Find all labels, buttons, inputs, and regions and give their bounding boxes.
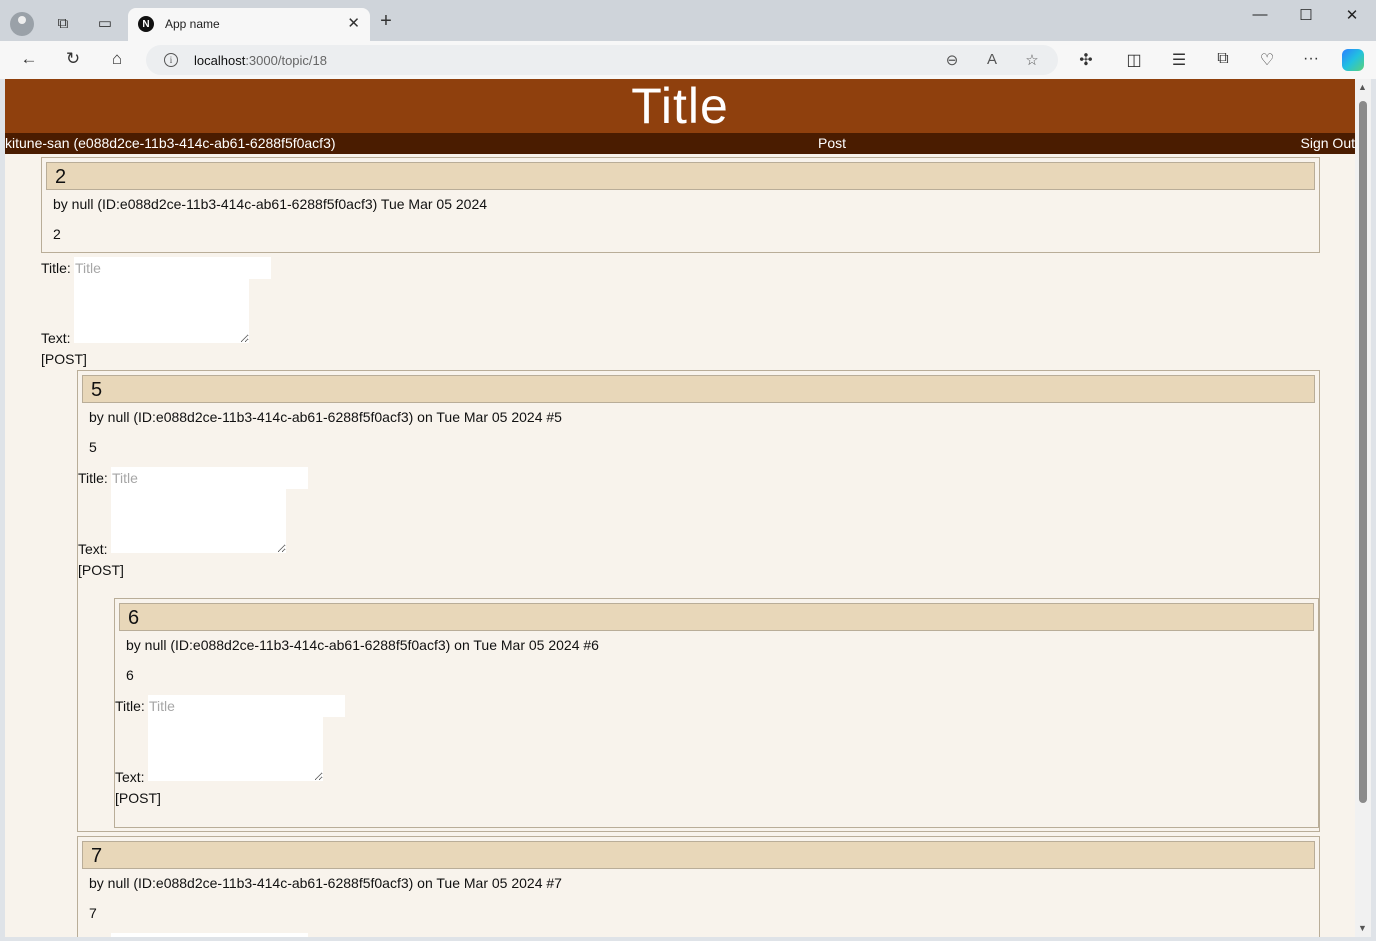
post-meta: by null (ID:e088d2ce-11b3-414c-ab61-6288… xyxy=(89,875,562,891)
url-host: localhost xyxy=(194,53,246,68)
text-label: Text: xyxy=(78,541,108,557)
text-area[interactable] xyxy=(111,489,286,553)
more-menu-icon[interactable]: ··· xyxy=(1299,50,1323,68)
tab-favicon-icon: N xyxy=(138,16,154,32)
browser-tab[interactable]: N App name ✕ xyxy=(128,8,370,41)
post-body: 5 xyxy=(89,439,97,455)
post-button[interactable]: [POST] xyxy=(115,790,161,806)
post-meta: by null (ID:e088d2ce-11b3-414c-ab61-6288… xyxy=(89,409,562,425)
text-label: Text: xyxy=(41,330,71,346)
copilot-icon[interactable] xyxy=(1342,49,1364,71)
post-body: 2 xyxy=(53,226,61,242)
title-input[interactable] xyxy=(148,695,345,717)
read-aloud-icon[interactable]: A xyxy=(982,51,1002,68)
title-input[interactable] xyxy=(74,257,271,279)
favorite-star-icon[interactable]: ☆ xyxy=(1022,51,1042,69)
post-button[interactable]: [POST] xyxy=(41,351,87,367)
browser-toolbar: ← ↻ ⌂ i localhost:3000/topic/18 ⊖ A ☆ ✣ … xyxy=(0,41,1376,79)
workspaces-icon[interactable]: ⧉ xyxy=(48,8,78,38)
collections-icon[interactable]: ⧉ xyxy=(1211,50,1235,68)
post-title: 5 xyxy=(82,375,1315,403)
favorites-icon[interactable]: ☰ xyxy=(1167,50,1191,70)
tab-actions-icon[interactable]: ▭ xyxy=(90,8,120,38)
browser-essentials-icon[interactable]: ♡ xyxy=(1255,50,1279,70)
text-label: Text: xyxy=(115,769,145,785)
page-scrollbar[interactable]: ▲ ▼ xyxy=(1355,79,1371,937)
title-label: Title: xyxy=(41,260,71,276)
text-area[interactable] xyxy=(148,717,323,781)
title-input[interactable] xyxy=(111,933,308,937)
close-tab-icon[interactable]: ✕ xyxy=(347,14,360,32)
close-window-icon[interactable]: ✕ xyxy=(1332,6,1372,24)
new-tab-icon[interactable]: + xyxy=(372,10,400,33)
url-path: :3000/topic/18 xyxy=(245,53,327,68)
page-viewport: Title kitune-san (e088d2ce-11b3-414c-ab6… xyxy=(5,79,1355,937)
post-body: 6 xyxy=(126,667,134,683)
minimize-icon[interactable]: — xyxy=(1240,6,1280,23)
post-button[interactable]: [POST] xyxy=(78,562,124,578)
zoom-out-icon[interactable]: ⊖ xyxy=(942,51,962,69)
back-icon[interactable]: ← xyxy=(17,49,41,69)
scrollbar-thumb[interactable] xyxy=(1359,101,1367,803)
reply-post: 7 by null (ID:e088d2ce-11b3-414c-ab61-62… xyxy=(77,836,1320,937)
profile-icon[interactable] xyxy=(10,12,34,36)
site-header: Title xyxy=(5,79,1355,133)
title-label: Title: xyxy=(78,470,108,486)
scroll-down-icon[interactable]: ▼ xyxy=(1358,923,1367,933)
url-text[interactable]: localhost:3000/topic/18 xyxy=(194,53,327,68)
reply-post: 5 by null (ID:e088d2ce-11b3-414c-ab61-62… xyxy=(77,370,1320,832)
post-meta: by null (ID:e088d2ce-11b3-414c-ab61-6288… xyxy=(53,196,488,212)
title-label: Title: xyxy=(115,698,145,714)
scroll-up-icon[interactable]: ▲ xyxy=(1358,82,1367,92)
topic-post: 2 by null (ID:e088d2ce-11b3-414c-ab61-62… xyxy=(41,157,1320,253)
sign-out-link[interactable]: Sign Out xyxy=(1301,133,1355,154)
refresh-icon[interactable]: ↻ xyxy=(61,49,85,69)
post-title: 6 xyxy=(119,603,1314,631)
site-nav: kitune-san (e088d2ce-11b3-414c-ab61-6288… xyxy=(5,133,1355,154)
post-title: 7 xyxy=(82,841,1315,869)
nav-post-link[interactable]: Post xyxy=(818,133,846,154)
nav-user[interactable]: kitune-san (e088d2ce-11b3-414c-ab61-6288… xyxy=(5,133,336,154)
browser-tab-bar: ⧉ ▭ N App name ✕ + — ☐ ✕ xyxy=(0,0,1376,41)
maximize-icon[interactable]: ☐ xyxy=(1286,6,1326,24)
tab-title: App name xyxy=(165,17,220,31)
home-icon[interactable]: ⌂ xyxy=(105,49,129,69)
post-body: 7 xyxy=(89,905,97,921)
site-info-icon[interactable]: i xyxy=(164,53,178,67)
address-bar[interactable]: i localhost:3000/topic/18 ⊖ A ☆ xyxy=(146,45,1058,75)
site-title: Title xyxy=(631,79,729,134)
post-meta: by null (ID:e088d2ce-11b3-414c-ab61-6288… xyxy=(126,637,599,653)
text-area[interactable] xyxy=(74,279,249,343)
extensions-icon[interactable]: ✣ xyxy=(1074,50,1098,70)
reply-post: 6 by null (ID:e088d2ce-11b3-414c-ab61-62… xyxy=(114,598,1319,828)
split-screen-icon[interactable]: ◫ xyxy=(1122,50,1146,70)
title-input[interactable] xyxy=(111,467,308,489)
post-title: 2 xyxy=(46,162,1315,190)
